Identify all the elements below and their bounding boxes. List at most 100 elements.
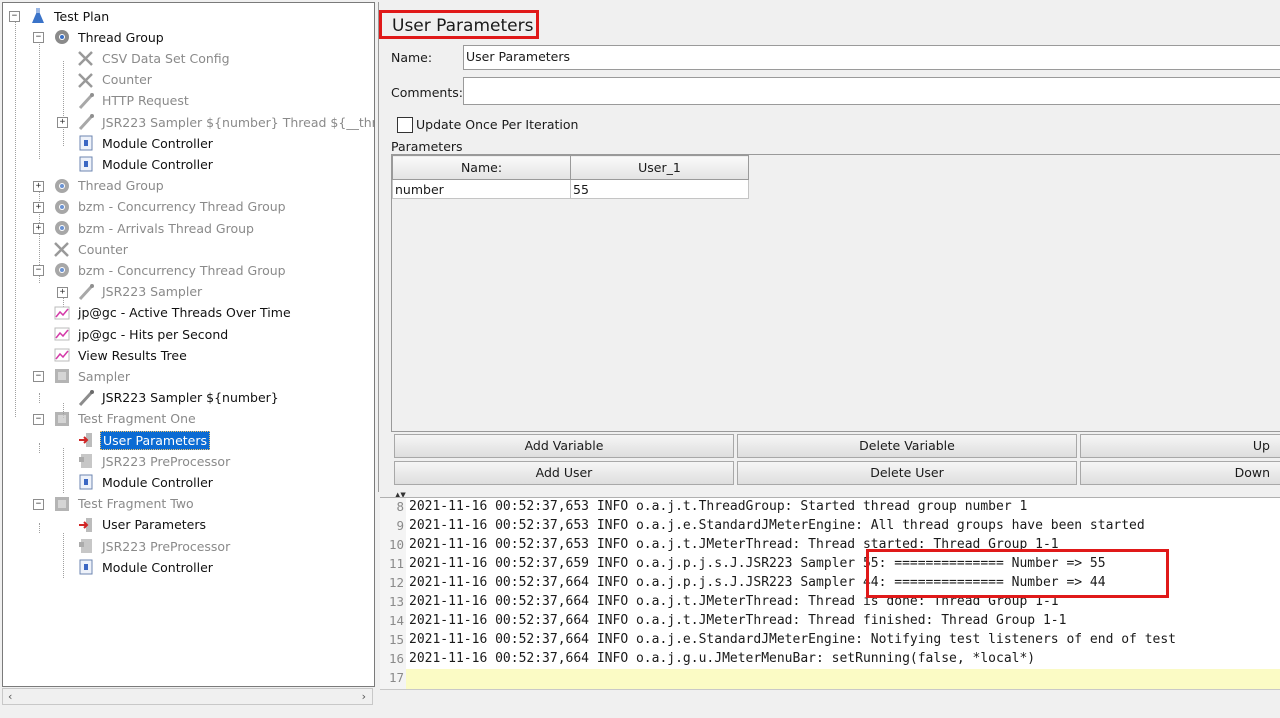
tree-node[interactable]: Thread Group	[53, 27, 166, 47]
fragment-icon	[53, 410, 71, 428]
tree-node[interactable]: JSR223 Sampler ${number} Thread ${__thre…	[77, 112, 374, 132]
tree-node[interactable]: JSR223 PreProcessor	[77, 536, 232, 556]
tree-node[interactable]: Counter	[77, 70, 154, 90]
collapse-toggle-icon[interactable]: −	[33, 265, 44, 277]
tree-node-label[interactable]: jp@gc - Active Threads Over Time	[76, 304, 293, 321]
tree-node-label[interactable]: bzm - Concurrency Thread Group	[76, 262, 288, 279]
tree-node[interactable]: Test Plan	[29, 6, 111, 26]
tree-node[interactable]: jp@gc - Active Threads Over Time	[53, 303, 293, 323]
expand-toggle-icon[interactable]: +	[33, 180, 44, 192]
down-button[interactable]: Down	[1080, 461, 1280, 485]
panel-title: User Parameters	[392, 16, 534, 36]
delete-user-button[interactable]: Delete User	[737, 461, 1077, 485]
parameters-table-area[interactable]: Name: User_1 number 55	[391, 154, 1280, 432]
tree-node[interactable]: bzm - Arrivals Thread Group	[53, 218, 256, 238]
column-header-name[interactable]: Name:	[392, 155, 571, 180]
expand-toggle-icon[interactable]: +	[33, 201, 44, 213]
tree-node-label[interactable]: Module Controller	[100, 135, 215, 152]
tree-horizontal-scrollbar[interactable]: ‹ ›	[2, 688, 373, 705]
tree-node[interactable]: HTTP Request	[77, 91, 191, 111]
tree-node[interactable]: bzm - Concurrency Thread Group	[53, 260, 288, 280]
thread-group-icon	[53, 261, 71, 279]
tree-node-label[interactable]: Module Controller	[100, 559, 215, 576]
tree-node-label[interactable]: View Results Tree	[76, 347, 189, 364]
tree-node-label[interactable]: JSR223 Sampler ${number} Thread ${__thre…	[100, 114, 374, 131]
expand-toggle-icon[interactable]: +	[57, 286, 68, 298]
tree-node[interactable]: jp@gc - Hits per Second	[53, 324, 230, 344]
tree-node-label[interactable]: Thread Group	[76, 29, 166, 46]
tree-node-label[interactable]: Module Controller	[100, 474, 215, 491]
collapse-toggle-icon[interactable]: −	[33, 371, 44, 383]
tree-connector-line	[63, 448, 64, 493]
tree-node[interactable]: Module Controller	[77, 557, 215, 577]
tree-node-label[interactable]: Counter	[76, 241, 130, 258]
test-plan-tree[interactable]: Test Plan − Thread Group − CSV Data Set Conf…	[2, 2, 375, 687]
tree-node[interactable]: JSR223 Sampler ${number}	[77, 388, 281, 408]
log-line-number: 14	[388, 613, 404, 628]
tree-node-label[interactable]: JSR223 Sampler	[100, 283, 204, 300]
tree-node-label[interactable]: bzm - Arrivals Thread Group	[76, 220, 256, 237]
collapse-toggle-icon[interactable]: −	[33, 498, 44, 510]
tree-node-label[interactable]: User Parameters	[100, 516, 208, 533]
log-line: 8 2021-11-16 00:52:37,653 INFO o.a.j.t.Th…	[380, 499, 1280, 518]
update-once-checkbox[interactable]	[397, 117, 413, 133]
tree-node-label[interactable]: Test Fragment Two	[76, 495, 196, 512]
tree-node-label[interactable]: jp@gc - Hits per Second	[76, 326, 230, 343]
table-cell[interactable]: number	[392, 179, 571, 199]
name-label: Name:	[391, 50, 433, 65]
tree-node[interactable]: User Parameters	[77, 515, 208, 535]
thread-group-icon	[53, 198, 71, 216]
tree-node[interactable]: View Results Tree	[53, 345, 189, 365]
add-variable-button[interactable]: Add Variable	[394, 434, 734, 458]
collapse-toggle-icon[interactable]: −	[9, 11, 20, 22]
log-horizontal-scrollbar[interactable]	[380, 689, 1280, 706]
collapse-toggle-icon[interactable]: −	[33, 413, 44, 425]
tree-node[interactable]: Module Controller	[77, 133, 215, 153]
tree-node-label[interactable]: Test Fragment One	[76, 410, 198, 427]
thread-group-icon	[53, 219, 71, 237]
tree-node[interactable]: Thread Group	[53, 176, 166, 196]
up-button[interactable]: Up	[1080, 434, 1280, 458]
tree-node-label[interactable]: CSV Data Set Config	[100, 50, 232, 67]
tree-node[interactable]: JSR223 PreProcessor	[77, 451, 232, 471]
tree-node[interactable]: CSV Data Set Config	[77, 48, 232, 68]
scroll-right-icon[interactable]: ›	[362, 690, 366, 703]
scroll-left-icon[interactable]: ‹	[8, 690, 12, 703]
tree-node-label[interactable]: User Parameters	[100, 430, 211, 450]
name-field[interactable]: User Parameters	[463, 45, 1280, 70]
tree-node-label[interactable]: Counter	[100, 71, 154, 88]
sampler-pipette-icon	[77, 92, 95, 110]
tree-node-label[interactable]: Module Controller	[100, 156, 215, 173]
graph-listener-icon	[53, 346, 71, 364]
tree-node-label[interactable]: JSR223 Sampler ${number}	[100, 389, 281, 406]
tree-node-label[interactable]: JSR223 PreProcessor	[100, 453, 232, 470]
tree-node-label[interactable]: JSR223 PreProcessor	[100, 538, 232, 555]
tree-node[interactable]: Counter	[53, 239, 130, 259]
tree-node[interactable]: Test Fragment Two	[53, 494, 196, 514]
add-user-button[interactable]: Add User	[394, 461, 734, 485]
table-cell[interactable]: 55	[570, 179, 749, 199]
tree-node-label[interactable]: Sampler	[76, 368, 132, 385]
tree-node[interactable]: Test Fragment One	[53, 409, 198, 429]
column-header-user-1[interactable]: User_1	[570, 155, 749, 180]
tree-node[interactable]: bzm - Concurrency Thread Group	[53, 197, 288, 217]
log-line-text: 2021-11-16 00:52:37,653 INFO o.a.j.t.Thr…	[409, 499, 1028, 514]
tree-node-label[interactable]: Thread Group	[76, 177, 166, 194]
tree-node-label[interactable]: Test Plan	[52, 8, 111, 25]
expand-toggle-icon[interactable]: +	[33, 223, 44, 234]
tree-node[interactable]: Module Controller	[77, 472, 215, 492]
tree-node-label[interactable]: HTTP Request	[100, 92, 191, 109]
update-once-label: Update Once Per Iteration	[416, 117, 579, 132]
comments-field[interactable]	[463, 77, 1280, 105]
collapse-toggle-icon[interactable]: −	[33, 32, 44, 44]
expand-toggle-icon[interactable]: +	[57, 117, 68, 128]
tree-node[interactable]: JSR223 Sampler	[77, 282, 204, 302]
delete-variable-button[interactable]: Delete Variable	[737, 434, 1077, 458]
tree-node[interactable]: Module Controller	[77, 154, 215, 174]
tree-node-label[interactable]: bzm - Concurrency Thread Group	[76, 198, 288, 215]
tree-node[interactable]: Sampler	[53, 366, 132, 386]
parameters-table[interactable]: Name: User_1 number 55	[392, 155, 749, 199]
tree-node[interactable]: User Parameters	[77, 430, 211, 450]
table-row[interactable]: number 55	[392, 179, 749, 199]
graph-listener-icon	[53, 325, 71, 343]
